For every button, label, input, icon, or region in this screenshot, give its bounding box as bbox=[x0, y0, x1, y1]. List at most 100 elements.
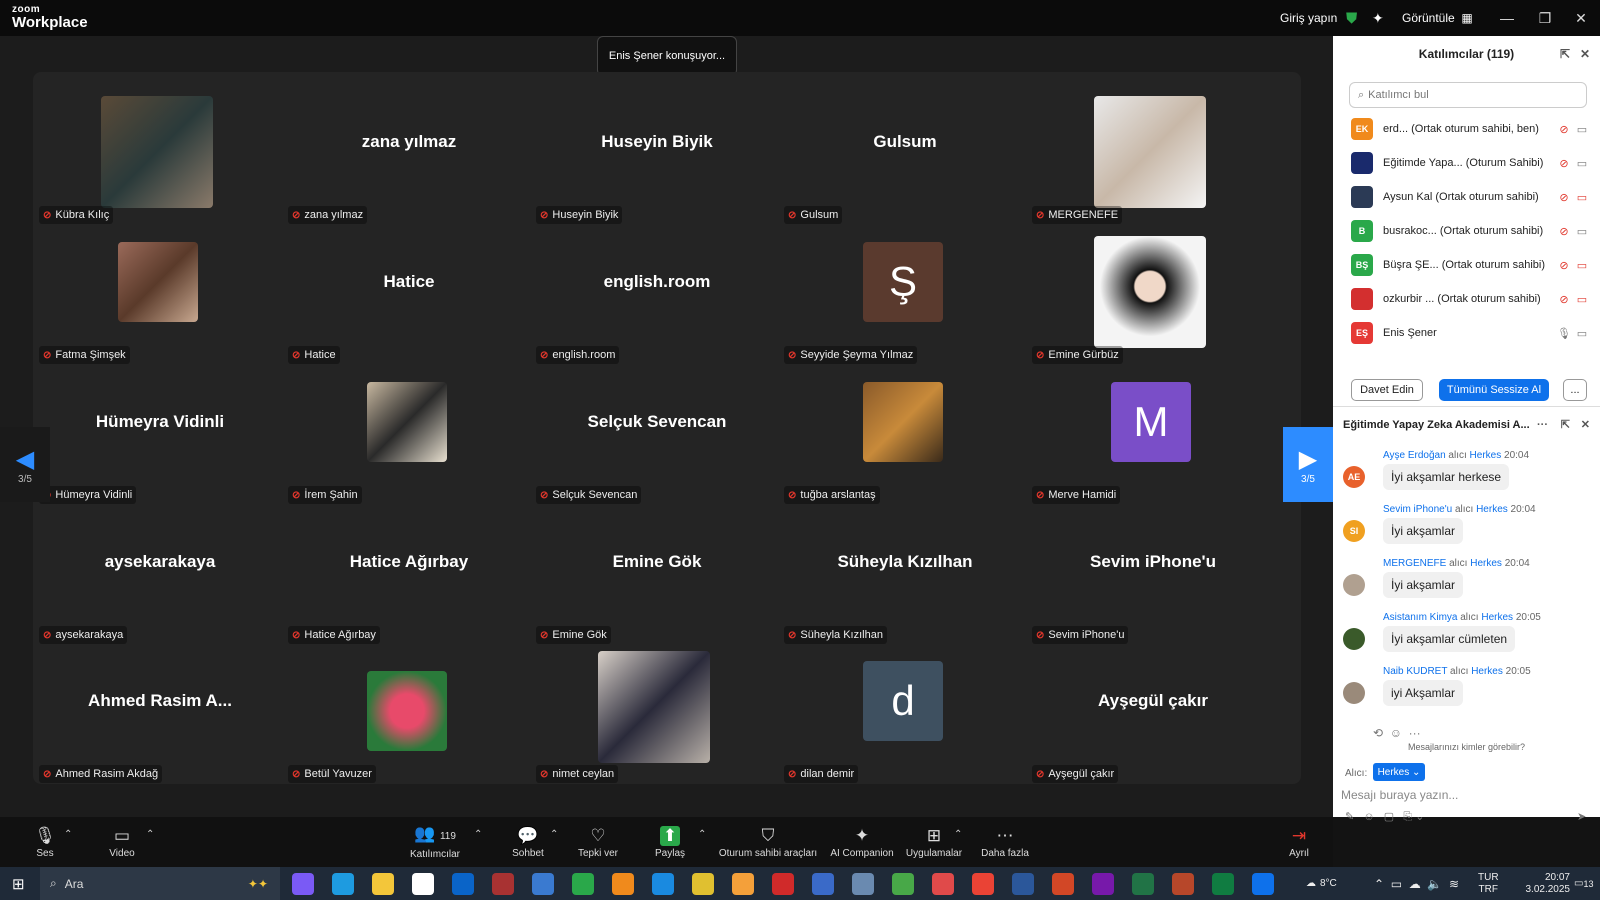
vlc-icon[interactable] bbox=[612, 873, 634, 895]
app-icon[interactable] bbox=[572, 873, 594, 895]
camera-icon[interactable]: ▭ bbox=[1573, 327, 1591, 340]
video-caret-icon[interactable]: ⌃ bbox=[146, 829, 154, 840]
mic-off-icon[interactable]: ⊘ bbox=[1555, 225, 1573, 238]
video-button[interactable]: ▭ Video bbox=[104, 817, 140, 867]
who-can-see-link[interactable]: Mesajlarınızı kimler görebilir? bbox=[1333, 742, 1600, 752]
windows-start-icon[interactable]: ⊞ bbox=[12, 875, 25, 893]
participant-row[interactable]: Eğitimde Yapa... (Oturum Sahibi) ⊘ ▭ bbox=[1351, 146, 1591, 180]
app-icon[interactable] bbox=[932, 873, 954, 895]
share-caret-icon[interactable]: ⌃ bbox=[698, 829, 706, 840]
participant-tile[interactable]: Hatice ⊘ Hatice bbox=[282, 222, 536, 364]
participant-tile[interactable]: ⊘ Kübra Kılıç bbox=[33, 82, 287, 224]
camera-icon[interactable]: ▭ bbox=[1573, 259, 1591, 272]
camera-icon[interactable]: ▭ bbox=[1573, 225, 1591, 238]
camera-icon[interactable]: ▭ bbox=[1573, 191, 1591, 204]
minimize-icon[interactable]: — bbox=[1488, 0, 1526, 36]
mic-off-icon[interactable]: ⊘ bbox=[1555, 191, 1573, 204]
participant-tile[interactable]: ⊘ tuğba arslantaş bbox=[778, 362, 1032, 504]
participant-tile[interactable]: Emine Gök ⊘ Emine Gök bbox=[530, 502, 784, 644]
participant-search-input[interactable]: ⌕ Katılımcı bul bbox=[1349, 82, 1587, 108]
apps-button[interactable]: ⊞ Uygulamalar bbox=[904, 817, 964, 867]
close-panel-icon[interactable]: ✕ bbox=[1580, 47, 1590, 61]
onenote-icon[interactable] bbox=[1092, 873, 1114, 895]
message-actions[interactable]: ⟲ ☺ ··· bbox=[1373, 726, 1421, 740]
apps-caret-icon[interactable]: ⌃ bbox=[954, 829, 962, 840]
filezilla-icon[interactable] bbox=[772, 873, 794, 895]
participant-row[interactable]: Aysun Kal (Ortak oturum sahibi) ⊘ ▭ bbox=[1351, 180, 1591, 214]
participant-row[interactable]: EK erd... (Ortak oturum sahibi, ben) ⊘ ▭ bbox=[1351, 112, 1591, 146]
mic-off-icon[interactable]: ⊘ bbox=[1555, 259, 1573, 272]
chat-popout-icon[interactable]: ⇱ bbox=[1561, 418, 1570, 431]
app-icon[interactable] bbox=[852, 873, 874, 895]
store-icon[interactable] bbox=[412, 873, 434, 895]
share-button[interactable]: ⬆ Paylaş bbox=[650, 817, 690, 867]
restore-icon[interactable]: ❐ bbox=[1526, 0, 1564, 36]
word-icon[interactable] bbox=[1012, 873, 1034, 895]
app-icon[interactable] bbox=[692, 873, 714, 895]
app-icon[interactable] bbox=[732, 873, 754, 895]
taskbar-search[interactable]: ⌕ Ara ✦✦ bbox=[40, 867, 280, 900]
edge-icon[interactable] bbox=[332, 873, 354, 895]
ai-companion-button[interactable]: ✦ AI Companion bbox=[830, 817, 894, 867]
recipient-dropdown[interactable]: Herkes ⌄ bbox=[1373, 763, 1425, 781]
weather-widget[interactable]: ☁ 8°C bbox=[1306, 867, 1337, 900]
app-icon[interactable] bbox=[892, 873, 914, 895]
participant-tile[interactable]: M ⊘ Merve Hamidi bbox=[1026, 362, 1280, 504]
publisher-icon[interactable] bbox=[1132, 873, 1154, 895]
mute-all-button[interactable]: Tümünü Sessize Al bbox=[1439, 379, 1549, 401]
participants-caret-icon[interactable]: ⌃ bbox=[474, 829, 482, 840]
message-input[interactable]: Mesajı buraya yazın... bbox=[1341, 788, 1458, 802]
chat-more-icon[interactable]: ··· bbox=[1537, 419, 1548, 431]
participant-tile[interactable]: ⊘ Betül Yavuzer bbox=[282, 641, 536, 783]
shield-icon[interactable]: ⛊ bbox=[1346, 0, 1357, 36]
participant-tile[interactable]: Sevim iPhone'u ⊘ Sevim iPhone'u bbox=[1026, 502, 1280, 644]
sparkle-icon[interactable]: ✦ bbox=[1372, 0, 1384, 36]
participant-tile[interactable]: Ş ⊘ Seyyide Şeyma Yılmaz bbox=[778, 222, 1032, 364]
tray-icons[interactable]: ⌃ ▭ ☁ 🔈 ≋ bbox=[1374, 867, 1459, 900]
send-icon[interactable]: ➤ bbox=[1577, 810, 1586, 823]
participant-tile[interactable]: Hatice Ağırbay ⊘ Hatice Ağırbay bbox=[282, 502, 536, 644]
participant-tile[interactable]: Süheyla Kızılhan ⊘ Süheyla Kızılhan bbox=[778, 502, 1032, 644]
prev-page-button[interactable]: ◀ 3/5 bbox=[0, 427, 50, 502]
chat-button[interactable]: 💬 Sohbet bbox=[508, 817, 548, 867]
app-icon[interactable] bbox=[492, 873, 514, 895]
outlook-icon[interactable] bbox=[452, 873, 474, 895]
participant-tile[interactable]: Hümeyra Vidinli⊘Hümeyra Vidinli bbox=[33, 362, 287, 504]
leave-button[interactable]: ⇥ Ayrıl bbox=[1284, 817, 1314, 867]
copilot-icon[interactable] bbox=[292, 873, 314, 895]
more-options-button[interactable]: ... bbox=[1563, 379, 1587, 401]
powerpoint-icon[interactable] bbox=[1052, 873, 1074, 895]
camera-icon[interactable]: ▭ bbox=[1573, 123, 1591, 136]
participant-tile[interactable]: Huseyin Biyik ⊘ Huseyin Biyik bbox=[530, 82, 784, 224]
participant-row[interactable]: ozkurbir ... (Ortak oturum sahibi) ⊘ ▭ bbox=[1351, 282, 1591, 316]
participant-tile[interactable]: zana yılmaz ⊘ zana yılmaz bbox=[282, 82, 536, 224]
participant-tile[interactable]: ⊘ Fatma Şimşek bbox=[33, 222, 287, 364]
chrome-icon[interactable] bbox=[972, 873, 994, 895]
signin-link[interactable]: Giriş yapın bbox=[1280, 0, 1337, 36]
host-tools-button[interactable]: ⛉ Oturum sahibi araçları bbox=[718, 817, 818, 867]
participant-row[interactable]: Bbusrakoc... (Ortak oturum sahibi) ⊘ ▭ bbox=[1351, 214, 1591, 248]
chat-format-icons[interactable]: ✎ ☺ ▢ ⎘ ⌄ bbox=[1345, 810, 1424, 824]
participant-tile[interactable]: Selçuk Sevencan ⊘ Selçuk Sevencan bbox=[530, 362, 784, 504]
participant-tile[interactable]: ⊘ MERGENEFE bbox=[1026, 82, 1280, 224]
explorer-icon[interactable] bbox=[372, 873, 394, 895]
popout-icon[interactable]: ⇱ bbox=[1560, 47, 1570, 61]
participant-tile[interactable]: ⊘ İrem Şahin bbox=[282, 362, 536, 504]
participant-tile[interactable]: Ahmed Rasim A... ⊘ Ahmed Rasim Akdağ bbox=[33, 641, 287, 783]
participant-tile[interactable]: Gulsum ⊘ Gulsum bbox=[778, 82, 1032, 224]
view-button[interactable]: Görüntüle ▦ bbox=[1402, 0, 1473, 36]
react-button[interactable]: ♡ Tepki ver bbox=[576, 817, 620, 867]
participant-row[interactable]: EŞ Enis Şener 🎙 ▭ bbox=[1351, 316, 1591, 350]
participant-tile[interactable]: ⊘ nimet ceylan bbox=[530, 641, 784, 783]
clock[interactable]: 20:07 3.02.2025 bbox=[1510, 867, 1571, 900]
chat-caret-icon[interactable]: ⌃ bbox=[550, 829, 558, 840]
participant-tile[interactable]: ⊘ Emine Gürbüz bbox=[1026, 222, 1280, 364]
camera-icon[interactable]: ▭ bbox=[1573, 157, 1591, 170]
more-button[interactable]: ⋯ Daha fazla bbox=[980, 817, 1030, 867]
mic-icon[interactable]: 🎙 bbox=[1555, 327, 1573, 340]
language-indicator[interactable]: TUR TRF bbox=[1478, 867, 1499, 900]
close-icon[interactable]: ✕ bbox=[1562, 0, 1600, 36]
app-icon[interactable] bbox=[652, 873, 674, 895]
app-icon[interactable] bbox=[532, 873, 554, 895]
zoom-icon[interactable] bbox=[1252, 873, 1274, 895]
